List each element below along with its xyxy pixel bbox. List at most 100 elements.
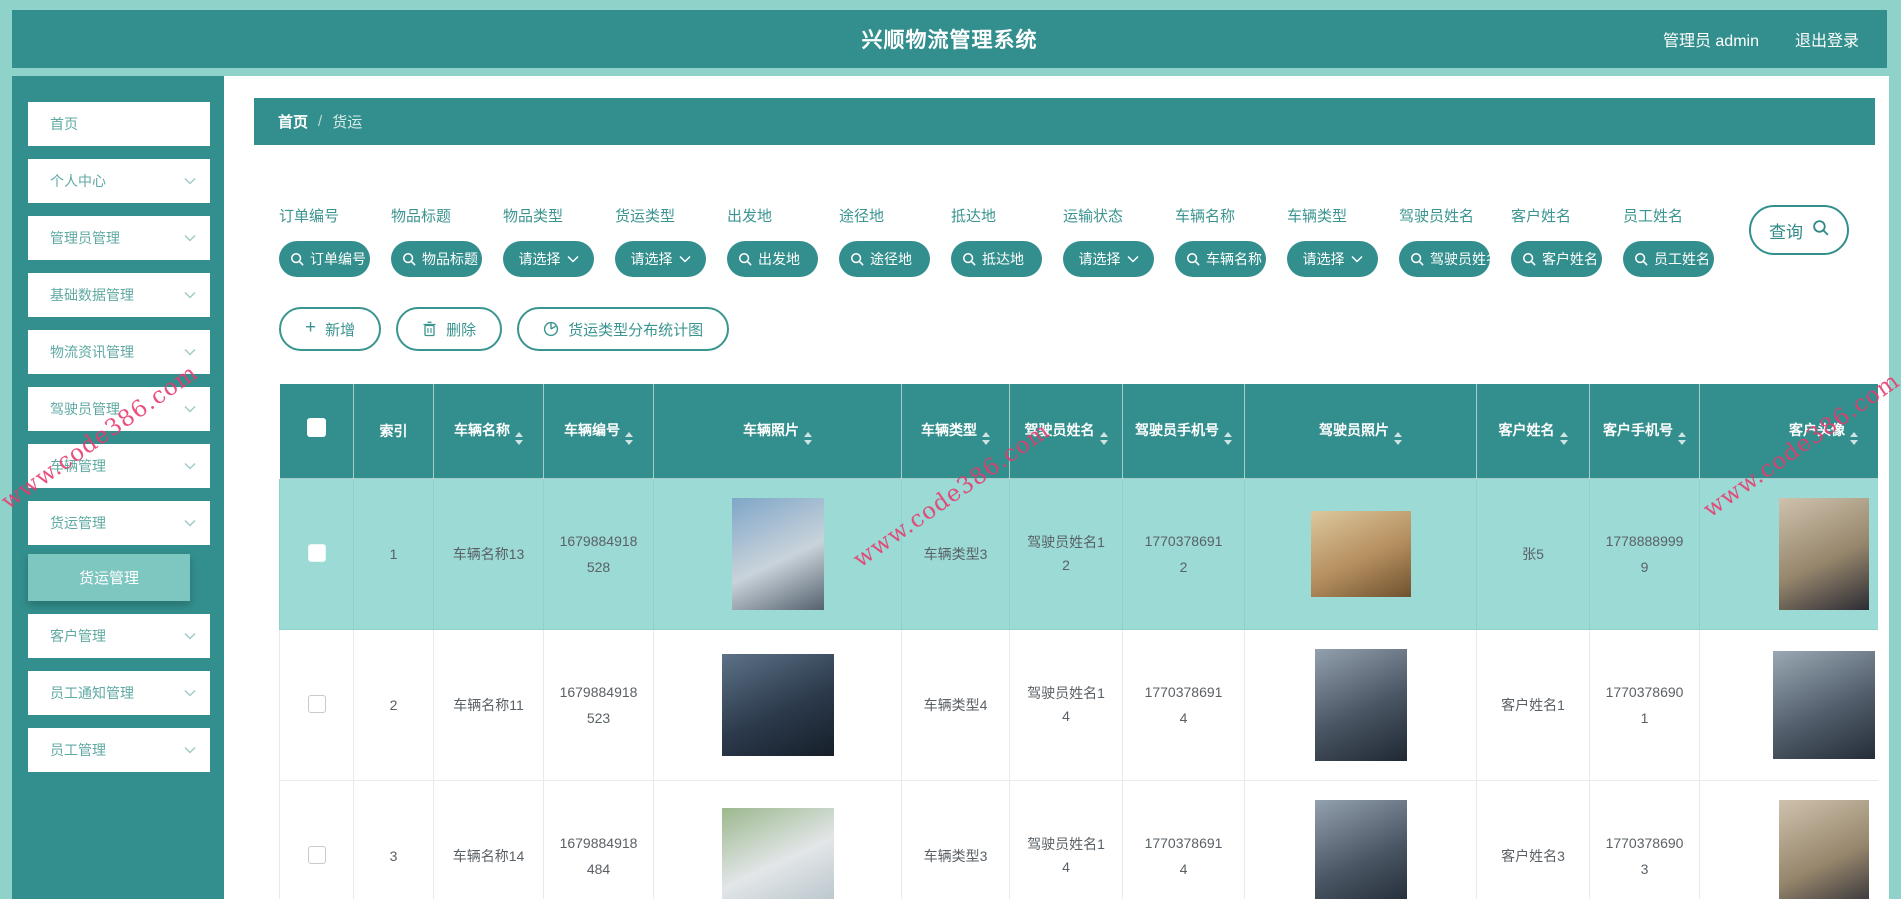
filter-group-车辆名称: 车辆名称 车辆名称 — [1175, 205, 1266, 277]
sidebar-item-车辆管理[interactable]: 车辆管理 — [28, 444, 210, 488]
freight-table-wrap: 索引 车辆名称 车辆编号 车辆照片 车辆类型 驾驶员姓名 驾驶员手机号 驾驶员照片 客户姓名 客户… — [279, 383, 1878, 899]
cell-vehicle_type: 车辆类型3 — [901, 478, 1010, 630]
filter-group-出发地: 出发地 出发地 — [727, 205, 818, 277]
sidebar-item-首页[interactable]: 首页 — [28, 102, 210, 146]
current-user-label[interactable]: 管理员 admin — [1663, 27, 1759, 51]
sort-icon[interactable] — [1099, 431, 1108, 445]
row-checkbox[interactable] — [307, 694, 326, 713]
filter-input-驾驶员姓名[interactable]: 驾驶员姓名 — [1399, 241, 1490, 277]
filter-input-员工姓名[interactable]: 员工姓名 — [1623, 241, 1714, 277]
filter-input-车辆名称[interactable]: 车辆名称 — [1175, 241, 1266, 277]
cell-customer_name: 客户姓名3 — [1476, 780, 1590, 899]
freight-type-chart-button[interactable]: 货运类型分布统计图 — [517, 307, 730, 351]
customer-avatar-cell — [1699, 478, 1878, 630]
sidebar-item-label: 首页 — [50, 116, 78, 132]
column-header-driver_name[interactable]: 驾驶员姓名 — [1009, 383, 1123, 479]
filter-label: 员工姓名 — [1623, 208, 1684, 225]
sort-icon[interactable] — [515, 431, 523, 445]
sidebar-item-员工通知管理[interactable]: 员工通知管理 — [28, 671, 210, 715]
delete-button[interactable]: 删除 — [396, 307, 503, 351]
column-header-driver_phone[interactable]: 驾驶员手机号 — [1122, 383, 1245, 479]
column-header-customer_name[interactable]: 客户姓名 — [1476, 383, 1590, 479]
column-header-customer_avatar[interactable]: 客户头像 — [1699, 383, 1878, 479]
sidebar-item-label: 管理员管理 — [50, 230, 120, 246]
search-button[interactable]: 查询 — [1749, 205, 1849, 255]
select-all-header[interactable] — [279, 383, 354, 479]
sort-icon[interactable] — [625, 431, 633, 445]
cell-vehicle_no: 1679884918528 — [543, 478, 654, 630]
filter-input-途径地[interactable]: 途径地 — [839, 241, 930, 277]
sidebar-item-员工管理[interactable]: 员工管理 — [28, 728, 210, 772]
column-header-driver_photo[interactable]: 驾驶员照片 — [1244, 383, 1477, 479]
cell-driver_name: 驾驶员姓名12 — [1009, 478, 1123, 630]
filter-select-货运类型[interactable]: 请选择 — [615, 241, 706, 277]
filter-input-物品标题[interactable]: 物品标题 — [391, 241, 482, 277]
sidebar-item-管理员管理[interactable]: 管理员管理 — [28, 216, 210, 260]
filter-input-placeholder: 抵达地 — [982, 251, 1024, 267]
chevron-down-icon — [678, 255, 691, 263]
vehicle-photo-cell — [653, 629, 902, 781]
logout-link[interactable]: 退出登录 — [1795, 27, 1859, 51]
filter-label: 货运类型 — [615, 208, 676, 225]
cell-vehicle_no: 1679884918523 — [543, 629, 654, 781]
filter-select-物品类型[interactable]: 请选择 — [503, 241, 594, 277]
filter-group-车辆类型: 车辆类型 请选择 — [1287, 205, 1378, 277]
filter-input-placeholder: 订单编号 — [310, 251, 366, 267]
filter-select-车辆类型[interactable]: 请选择 — [1287, 241, 1378, 277]
delete-button-label: 删除 — [446, 321, 477, 339]
column-header-customer_phone[interactable]: 客户手机号 — [1589, 383, 1700, 479]
sidebar-item-物流资讯管理[interactable]: 物流资讯管理 — [28, 330, 210, 374]
breadcrumb-home[interactable]: 首页 — [278, 111, 308, 132]
cell-index: 1 — [353, 478, 434, 630]
driver-photo-cell — [1244, 780, 1477, 899]
sidebar-item-label: 员工管理 — [50, 742, 106, 758]
customer-avatar — [1778, 800, 1869, 899]
filter-input-placeholder: 出发地 — [758, 251, 800, 267]
sort-icon[interactable] — [1559, 431, 1568, 445]
sort-icon[interactable] — [1850, 431, 1858, 445]
filter-input-客户姓名[interactable]: 客户姓名 — [1511, 241, 1602, 277]
sort-icon[interactable] — [1224, 431, 1232, 445]
column-header-vehicle_name[interactable]: 车辆名称 — [433, 383, 544, 479]
search-button-label: 查询 — [1769, 222, 1803, 242]
breadcrumb-current: 货运 — [332, 114, 363, 131]
column-header-vehicle_photo[interactable]: 车辆照片 — [653, 383, 902, 479]
chevron-down-icon — [566, 255, 579, 263]
filter-input-出发地[interactable]: 出发地 — [727, 241, 818, 277]
filter-select-运输状态[interactable]: 请选择 — [1063, 241, 1154, 277]
sidebar-item-货运管理[interactable]: 货运管理 — [28, 501, 210, 545]
sidebar-item-驾驶员管理[interactable]: 驾驶员管理 — [28, 387, 210, 431]
sidebar-subitem-货运管理-active[interactable]: 货运管理 — [28, 554, 190, 601]
sort-icon[interactable] — [804, 431, 812, 445]
row-select-cell — [279, 780, 354, 899]
column-header-label: 车辆照片 — [743, 421, 799, 438]
row-checkbox[interactable] — [307, 543, 326, 562]
search-icon — [290, 252, 304, 266]
filter-input-订单编号[interactable]: 订单编号 — [279, 241, 370, 277]
sidebar-item-label: 客户管理 — [50, 628, 106, 644]
chevron-down-icon — [184, 689, 196, 697]
column-header-label: 车辆名称 — [454, 421, 510, 438]
filter-input-抵达地[interactable]: 抵达地 — [951, 241, 1042, 277]
select-all-checkbox[interactable] — [307, 418, 326, 437]
add-button[interactable]: + 新增 — [279, 307, 382, 351]
filter-group-运输状态: 运输状态 请选择 — [1063, 205, 1154, 277]
table-row: 3 车辆名称14 1679884918484 车辆类型3 驾驶员姓名14 17703786… — [279, 780, 1878, 899]
column-header-vehicle_type[interactable]: 车辆类型 — [901, 383, 1010, 479]
sidebar-item-个人中心[interactable]: 个人中心 — [28, 159, 210, 203]
sort-icon[interactable] — [982, 431, 990, 445]
column-header-label: 驾驶员手机号 — [1135, 421, 1219, 438]
customer-avatar — [1778, 498, 1869, 610]
sidebar-item-客户管理[interactable]: 客户管理 — [28, 614, 210, 658]
cell-customer_name: 客户姓名1 — [1476, 629, 1590, 781]
filter-select-value: 请选择 — [630, 251, 673, 267]
sidebar-item-基础数据管理[interactable]: 基础数据管理 — [28, 273, 210, 317]
sort-icon[interactable] — [1394, 431, 1402, 445]
cell-vehicle_no: 1679884918484 — [543, 780, 654, 899]
freight-table: 索引 车辆名称 车辆编号 车辆照片 车辆类型 驾驶员姓名 驾驶员手机号 驾驶员照片 客户姓名 客户… — [279, 383, 1878, 899]
column-header-vehicle_no[interactable]: 车辆编号 — [543, 383, 654, 479]
row-checkbox[interactable] — [307, 845, 326, 864]
filter-label: 订单编号 — [279, 208, 340, 225]
column-header-index[interactable]: 索引 — [353, 383, 434, 479]
sort-icon[interactable] — [1678, 431, 1686, 445]
